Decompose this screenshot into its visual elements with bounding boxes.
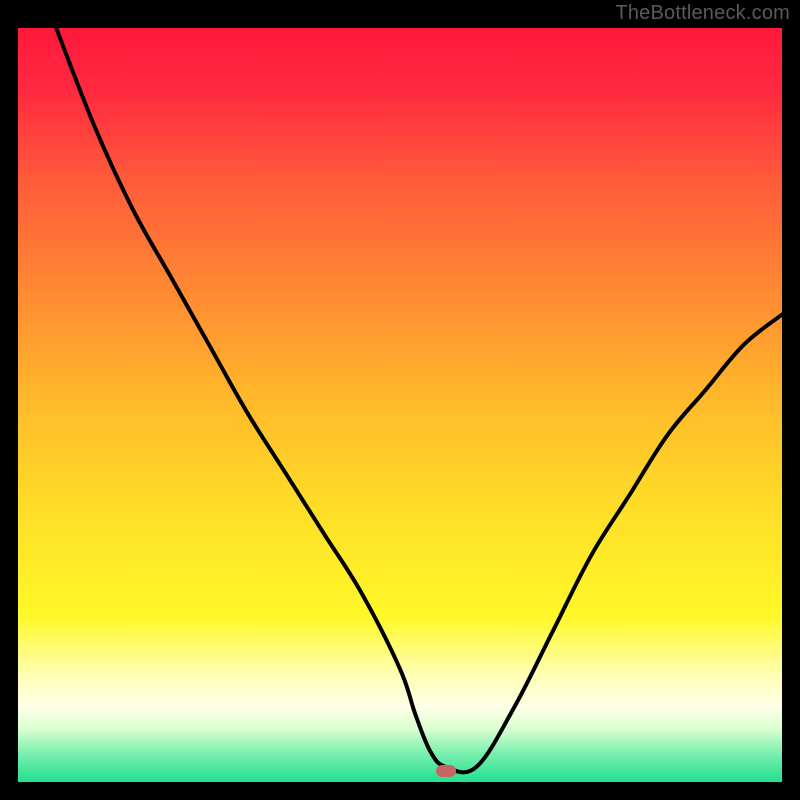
watermark-text: TheBottleneck.com bbox=[615, 2, 790, 25]
optimal-point-marker bbox=[436, 765, 456, 777]
bottleneck-curve bbox=[18, 28, 782, 782]
plot-area bbox=[18, 28, 782, 782]
